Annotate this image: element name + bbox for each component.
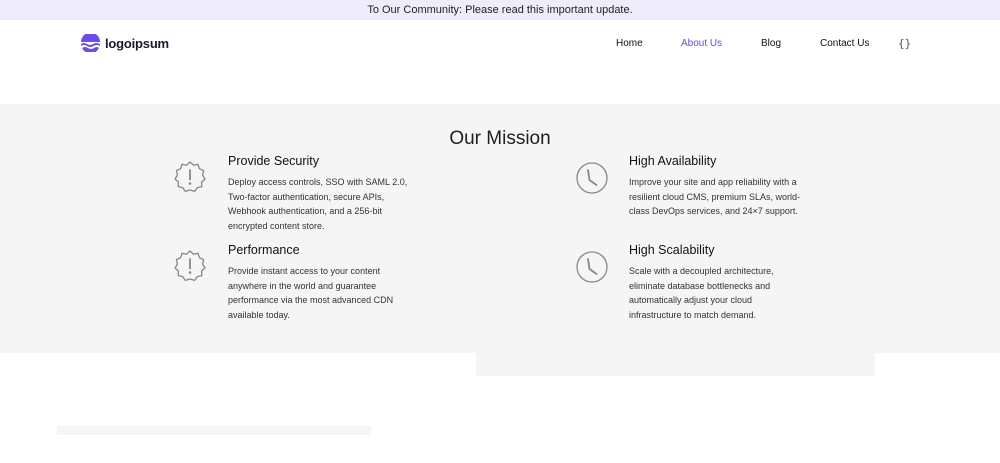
announcement-bar: To Our Community: Please read this impor…: [0, 0, 1000, 20]
feature-title-provide-security: Provide Security: [228, 154, 320, 168]
feature-desc-high-availability: Improve your site and app reliability wi…: [629, 177, 801, 216]
mission-section: Our Mission Provide Security Deploy acce…: [0, 104, 1000, 353]
nav-contact-us[interactable]: Contact Us: [820, 38, 869, 49]
feature-desc-provide-security: Deploy access controls, SSO with SAML 2.…: [228, 177, 408, 231]
announcement-text[interactable]: To Our Community: Please read this impor…: [367, 4, 632, 16]
section-title: Our Mission: [449, 128, 551, 149]
warning-badge-icon: [174, 161, 206, 193]
code-braces-icon[interactable]: {}: [898, 37, 911, 50]
logo-text: logoipsum: [105, 35, 169, 51]
logo[interactable]: logoipsum: [80, 34, 169, 52]
content-placeholder-block: [57, 426, 371, 435]
nav-home[interactable]: Home: [616, 38, 643, 49]
clock-icon: [576, 251, 608, 283]
feature-desc-performance: Provide instant access to your content a…: [228, 266, 394, 320]
feature-title-performance: Performance: [228, 243, 300, 257]
site-header: logoipsum Home About Us Blog Contact Us …: [0, 20, 1000, 66]
feature-desc-high-scalability: Scale with a decoupled architecture, eli…: [629, 266, 774, 320]
feature-title-high-availability: High Availability: [629, 154, 717, 168]
content-placeholder-block: [476, 353, 875, 376]
clock-icon: [576, 162, 608, 194]
logo-mark-icon: [81, 34, 100, 52]
warning-badge-icon: [174, 250, 206, 282]
nav-blog[interactable]: Blog: [761, 38, 781, 49]
feature-title-high-scalability: High Scalability: [629, 243, 715, 257]
nav-about-us[interactable]: About Us: [681, 38, 722, 49]
